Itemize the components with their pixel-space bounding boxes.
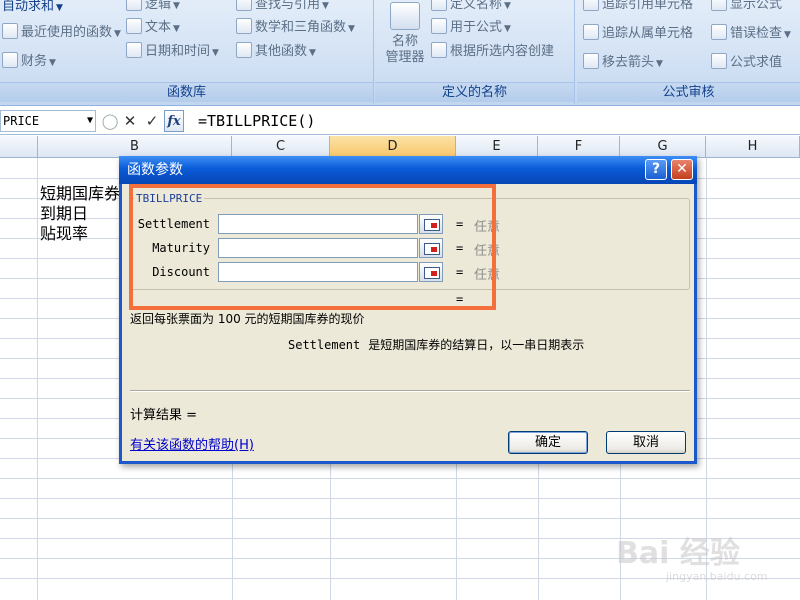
recent-functions-button[interactable]: 最近使用的函数 ▼ xyxy=(2,22,121,44)
show-formulas-button[interactable]: 显示公式 xyxy=(711,0,782,16)
define-name-button[interactable]: 定义名称 ▼ xyxy=(431,0,511,16)
date-time-button[interactable]: 日期和时间 ▼ xyxy=(126,41,219,63)
function-library-group: 自动求和 ▼ 最近使用的函数 ▼ 财务 ▼ 逻辑 ▼ 文本 ▼ 日期和时间 ▼ 查找与引用 ▼… xyxy=(0,0,374,104)
math-icon xyxy=(236,18,252,34)
logical-icon xyxy=(126,0,142,11)
calendar-icon xyxy=(126,42,142,58)
chevron-down-icon: ▼ xyxy=(504,1,511,11)
enter-check-icon[interactable]: ✓ xyxy=(142,110,162,132)
argument-description-name: Settlement xyxy=(288,338,361,352)
watermark-url: jingyan.baidu.com xyxy=(666,570,768,583)
watermark-brand: Bai 经验 xyxy=(616,536,740,571)
ribbon: 自动求和 ▼ 最近使用的函数 ▼ 财务 ▼ 逻辑 ▼ 文本 ▼ 日期和时间 ▼ 查找与引用 ▼… xyxy=(0,0,800,106)
argument-description: Settlement 是短期国库券的结算日，以一串日期表示 xyxy=(288,336,584,353)
group-title-function-library: 函数库 xyxy=(0,82,373,102)
finance-icon xyxy=(2,52,18,68)
close-icon[interactable]: ✕ xyxy=(671,159,693,180)
help-icon[interactable]: ? xyxy=(645,159,667,180)
name-manager-icon xyxy=(390,2,420,30)
calc-result: 计算结果 = xyxy=(130,408,198,423)
column-header-g[interactable]: G xyxy=(620,136,706,158)
remove-arrows-icon xyxy=(583,53,599,69)
cancel-button[interactable]: 取消 xyxy=(606,431,686,454)
column-header-c[interactable]: C xyxy=(232,136,330,158)
lookup-reference-button[interactable]: 查找与引用 ▼ xyxy=(236,0,329,16)
error-checking-button[interactable]: 错误检查 ▼ xyxy=(711,23,791,45)
fx-icon xyxy=(431,18,447,34)
group-title-formula-auditing: 公式审核 xyxy=(577,82,800,102)
create-names-icon xyxy=(431,42,447,58)
chevron-down-icon: ▼ xyxy=(322,1,329,11)
column-header-d[interactable]: D xyxy=(330,136,456,158)
chevron-down-icon: ▼ xyxy=(173,24,180,34)
grid-line xyxy=(0,518,800,519)
ok-button[interactable]: 确定 xyxy=(508,431,588,454)
column-header-h[interactable]: H xyxy=(706,136,800,158)
financial-button[interactable]: 财务 ▼ xyxy=(2,51,56,73)
math-trig-button[interactable]: 数学和三角函数 ▼ xyxy=(236,17,355,39)
corner-header[interactable] xyxy=(0,136,38,158)
trace-dependents-button[interactable]: 追踪从属单元格 xyxy=(583,23,693,45)
grid-line xyxy=(0,498,800,499)
formula-input[interactable]: =TBILLPRICE() xyxy=(198,110,315,132)
column-header-f[interactable]: F xyxy=(538,136,620,158)
function-description: 返回每张票面为 100 元的短期国库券的现价 xyxy=(130,312,365,326)
chevron-down-icon: ▼ xyxy=(784,30,791,40)
error-check-icon xyxy=(711,24,727,40)
formula-auditing-group: 追踪引用单元格 显示公式 追踪从属单元格 错误检查 ▼ 移去箭头 ▼ 公式求值 公式… xyxy=(577,0,800,104)
chevron-down-icon: ▼ xyxy=(49,58,56,68)
star-icon xyxy=(2,23,18,39)
dialog-title-bar[interactable]: 函数参数 ? ✕ xyxy=(119,156,697,184)
name-manager-button[interactable]: 名称 管理器 xyxy=(381,2,429,66)
evaluate-formula-button[interactable]: 公式求值 xyxy=(711,52,782,74)
insert-function-icon[interactable]: fx xyxy=(164,110,184,132)
trace-dependents-icon xyxy=(583,24,599,40)
trace-precedents-button[interactable]: 追踪引用单元格 xyxy=(583,0,693,16)
divider xyxy=(130,390,690,392)
cell-b4[interactable]: 贴现率 xyxy=(40,220,88,244)
use-in-formula-button[interactable]: 用于公式 ▼ xyxy=(431,17,511,39)
formula-bar: PRICE ▼ ◯ ✕ ✓ fx =TBILLPRICE() xyxy=(0,107,800,135)
defined-names-group: 名称 管理器 定义名称 ▼ 用于公式 ▼ 根据所选内容创建 定义的名称 xyxy=(375,0,575,104)
evaluate-formula-icon xyxy=(711,53,727,69)
highlight-box xyxy=(129,184,496,310)
argument-description-text: 是短期国库券的结算日，以一串日期表示 xyxy=(368,338,585,352)
name-box[interactable]: PRICE ▼ xyxy=(0,110,96,132)
chevron-down-icon: ▼ xyxy=(114,29,121,39)
chevron-down-icon: ▼ xyxy=(348,24,355,34)
chevron-down-icon: ▼ xyxy=(56,3,63,13)
logical-button[interactable]: 逻辑 ▼ xyxy=(126,0,180,16)
more-functions-icon xyxy=(236,42,252,58)
chevron-down-icon: ▼ xyxy=(173,1,180,11)
lookup-icon xyxy=(236,0,252,11)
remove-arrows-button[interactable]: 移去箭头 ▼ xyxy=(583,52,663,74)
trace-precedents-icon xyxy=(583,0,599,11)
more-functions-button[interactable]: 其他函数 ▼ xyxy=(236,41,316,63)
text-icon xyxy=(126,18,142,34)
chevron-down-icon: ▼ xyxy=(309,48,316,58)
chevron-down-icon[interactable]: ▼ xyxy=(87,111,93,131)
show-formulas-icon xyxy=(711,0,727,11)
chevron-down-icon: ▼ xyxy=(656,59,663,69)
grid-line xyxy=(37,158,38,600)
function-help-link[interactable]: 有关该函数的帮助(H) xyxy=(130,434,254,453)
group-title-defined-names: 定义的名称 xyxy=(375,82,574,102)
define-name-icon xyxy=(431,0,447,11)
formula-buttons: ◯ ✕ ✓ fx xyxy=(100,110,186,132)
watermark: Bai 经验 jingyan.baidu.com xyxy=(612,520,792,590)
cancel-icon[interactable]: ✕ xyxy=(120,110,140,132)
chevron-down-icon: ▼ xyxy=(212,48,219,58)
column-header-e[interactable]: E xyxy=(456,136,538,158)
create-from-selection-button[interactable]: 根据所选内容创建 xyxy=(431,41,554,63)
function-arguments-dialog: 函数参数 ? ✕ TBILLPRICE Settlement = 任意 Matu… xyxy=(119,156,697,464)
grid-line xyxy=(0,478,800,479)
autosum-button[interactable]: 自动求和 ▼ xyxy=(2,0,63,18)
column-header-b[interactable]: B xyxy=(38,136,232,158)
round-handle-icon: ◯ xyxy=(101,112,119,130)
chevron-down-icon: ▼ xyxy=(504,24,511,34)
text-button[interactable]: 文本 ▼ xyxy=(126,17,180,39)
